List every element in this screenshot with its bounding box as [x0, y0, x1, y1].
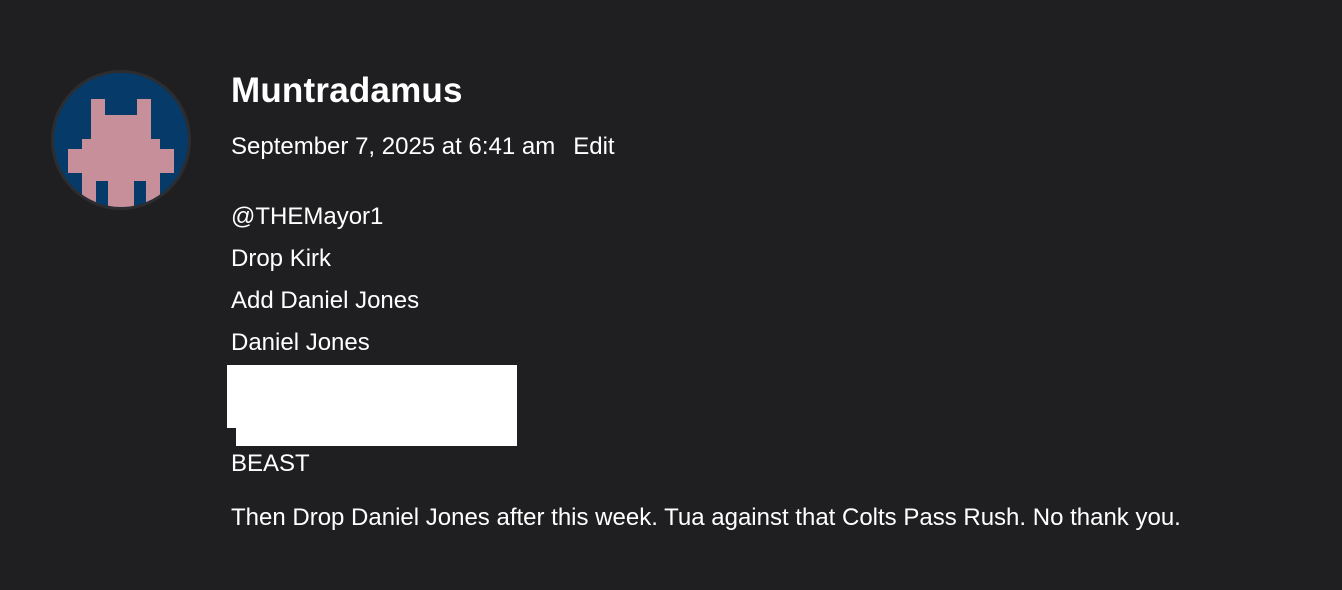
- comment-line: Then Drop Daniel Jones after this week. …: [231, 504, 1181, 531]
- avatar[interactable]: [51, 70, 191, 210]
- comment-body: @THEMayor1 Drop Kirk Add Daniel Jones Da…: [231, 196, 1321, 364]
- redacted-block: [227, 365, 517, 446]
- comment: Muntradamus September 7, 2025 at 6:41 am…: [0, 0, 1342, 590]
- comment-line: BEAST: [231, 450, 310, 477]
- comment-timestamp-link[interactable]: September 7, 2025 at 6:41 am: [231, 130, 555, 164]
- comment-line: Daniel Jones: [231, 329, 370, 356]
- comment-line: Drop Kirk: [231, 245, 332, 272]
- comment-meta: September 7, 2025 at 6:41 am Edit: [231, 130, 615, 164]
- comment-author[interactable]: Muntradamus: [231, 69, 463, 113]
- redaction-notch: [227, 428, 236, 446]
- comment-body-continued: BEAST Then Drop Daniel Jones after this …: [231, 446, 1331, 535]
- pixel-invader-icon: [54, 73, 188, 207]
- comment-line: @THEMayor1: [231, 203, 384, 230]
- edit-link[interactable]: Edit: [573, 130, 614, 164]
- comment-line: Add Daniel Jones: [231, 287, 420, 314]
